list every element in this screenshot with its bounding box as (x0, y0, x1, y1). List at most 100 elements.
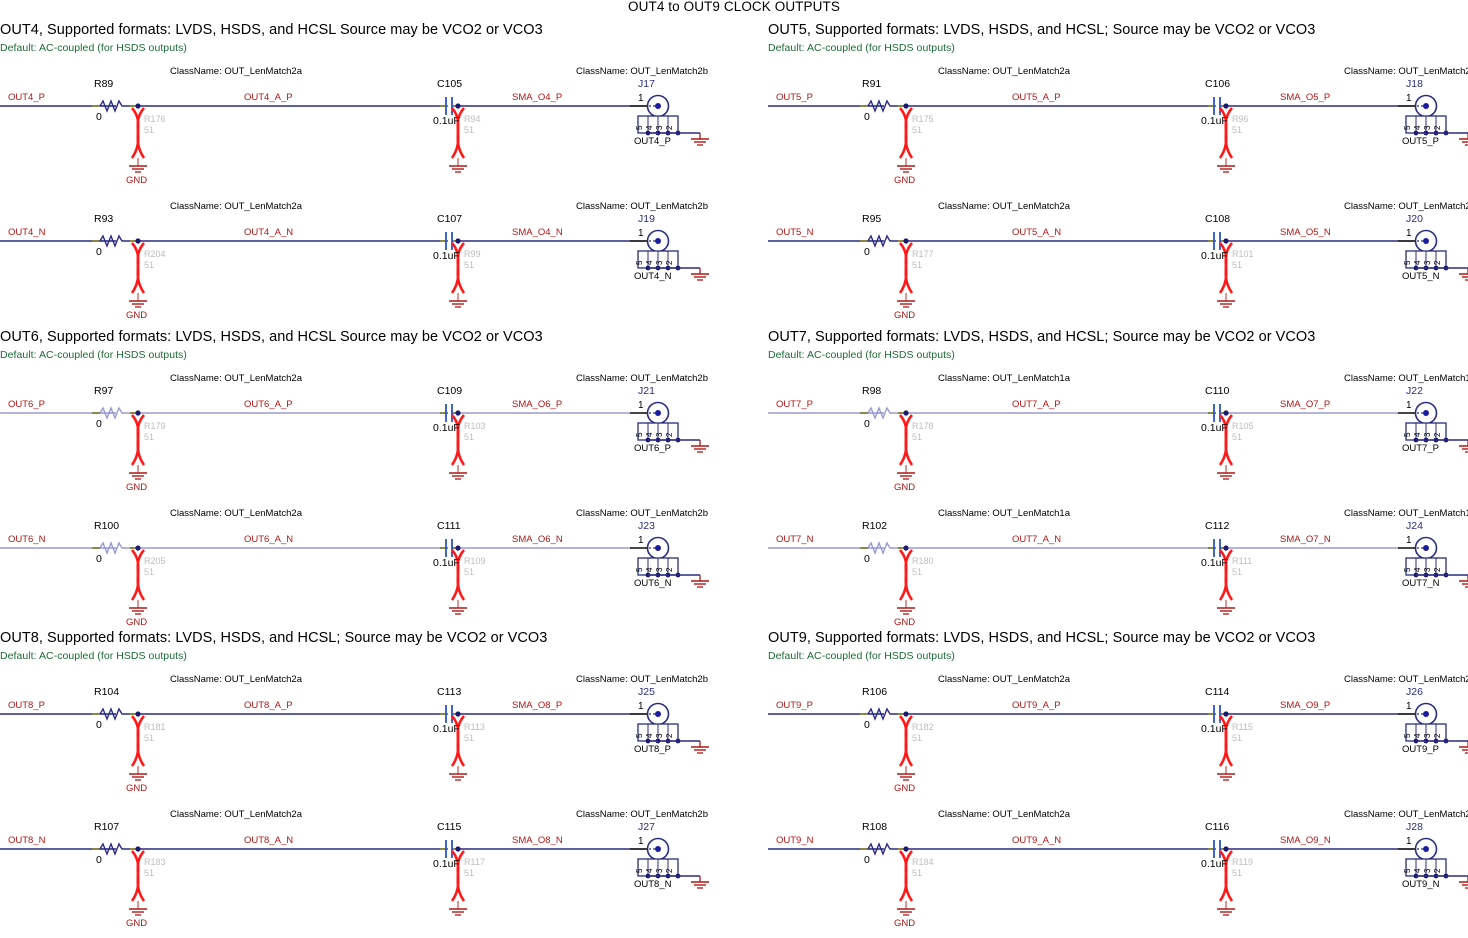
wire-net (768, 539, 1420, 615)
capacitor-ref: C113 (437, 686, 462, 698)
svg-text:5: 5 (1403, 125, 1412, 130)
capacitor-ref: C109 (437, 385, 463, 397)
net-label-input: OUT7_N (776, 534, 814, 545)
dnp-resistor-2-ref: R119 (1232, 857, 1253, 867)
series-resistor-ref: R106 (862, 686, 888, 698)
capacitor-ref: C107 (437, 213, 463, 225)
dnp-resistor-1: R204 51 (144, 249, 166, 271)
output-block-out4: OUT4, Supported formats: LVDS, HSDS, and… (0, 22, 543, 54)
dnp-resistor-1-ref: R180 (912, 556, 934, 566)
series-resistor-ref: R102 (862, 520, 888, 532)
net-label-input: OUT4_N (8, 227, 46, 238)
connector-pin-1: 1 (1406, 701, 1412, 712)
series-resistor-ref: R97 (94, 385, 114, 397)
classname-right: ClassName: OUT_LenMatch1b (1344, 508, 1468, 519)
classname-right: ClassName: OUT_LenMatch1b (1344, 373, 1468, 384)
connector-net-label: OUT6_P (634, 443, 671, 454)
svg-text:5: 5 (1403, 260, 1412, 265)
dnp-resistor-1-ref: R177 (912, 249, 934, 259)
gnd-label: GND (126, 617, 148, 628)
series-resistor-value: 0 (864, 418, 870, 430)
capacitor-value: 0.1uF (1201, 557, 1228, 569)
svg-text:2: 2 (665, 260, 674, 265)
series-resistor-value: 0 (96, 553, 102, 565)
dnp-resistor-1-value: 51 (912, 260, 923, 270)
block-subtitle: Default: AC-coupled (for HSDS outputs) (0, 42, 187, 54)
connector-pin-1: 1 (1406, 836, 1412, 847)
classname-left: ClassName: OUT_LenMatch2a (938, 674, 1070, 685)
connector-ref: J25 (638, 686, 655, 698)
net-label-sma: SMA_O9_P (1280, 700, 1331, 711)
net-label-sma: SMA_O7_N (1280, 534, 1331, 545)
net-label-mid: OUT8_A_P (244, 700, 293, 711)
capacitor-value: 0.1uF (1201, 858, 1228, 870)
svg-text:3: 3 (655, 260, 664, 265)
schematic-row: ClassName: OUT_LenMatch2a ClassName: OUT_… (0, 373, 735, 499)
capacitor-value: 0.1uF (433, 557, 460, 569)
svg-text:2: 2 (665, 733, 674, 738)
svg-text:4: 4 (1413, 432, 1422, 437)
dnp-resistor-1-value: 51 (144, 733, 155, 743)
classname-left: ClassName: OUT_LenMatch2a (170, 674, 302, 685)
wire-net (768, 97, 1420, 173)
series-resistor-value: 0 (864, 719, 870, 731)
schematic-row: ClassName: OUT_LenMatch2a ClassName: OUT_… (768, 674, 1468, 800)
dnp-resistor-1: R182 51 (912, 722, 934, 744)
schematic-row: ClassName: OUT_LenMatch2a ClassName: OUT_… (0, 809, 735, 935)
svg-text:2: 2 (1433, 260, 1442, 265)
classname-left: ClassName: OUT_LenMatch2a (170, 508, 302, 519)
svg-text:3: 3 (655, 432, 664, 437)
svg-text:3: 3 (1423, 432, 1432, 437)
net-label-mid: OUT6_A_P (244, 399, 293, 410)
net-label-sma: SMA_O8_P (512, 700, 563, 711)
dnp-resistor-1: R177 51 (912, 249, 934, 271)
svg-text:5: 5 (635, 567, 644, 572)
classname-right: ClassName: OUT_LenMatch2b (1344, 809, 1468, 820)
classname-left: ClassName: OUT_LenMatch2a (170, 66, 302, 77)
net-label-input: OUT8_N (8, 835, 46, 846)
net-label-mid: OUT8_A_N (244, 835, 294, 846)
dnp-resistor-1-ref: R184 (912, 857, 934, 867)
connector-pin-1: 1 (1406, 535, 1412, 546)
capacitor-ref: C105 (437, 78, 463, 90)
net-label-sma: SMA_O4_P (512, 92, 563, 103)
connector-ref: J23 (638, 520, 655, 532)
output-block-out8: OUT8, Supported formats: LVDS, HSDS, and… (0, 630, 547, 662)
net-label-sma: SMA_O7_P (1280, 399, 1331, 410)
dnp-resistor-2: R113 51 (464, 722, 485, 744)
dnp-resistor-1-ref: R175 (912, 114, 934, 124)
dnp-resistor-2: R115 51 (1232, 722, 1253, 744)
output-block-out9: OUT9, Supported formats: LVDS, HSDS, and… (768, 630, 1315, 662)
dnp-resistor-2-ref: R105 (1232, 421, 1254, 431)
dnp-resistor-1: R176 51 (144, 114, 166, 136)
svg-text:3: 3 (1423, 125, 1432, 130)
net-label-input: OUT9_P (776, 700, 813, 711)
connector-net-label: OUT8_P (634, 744, 671, 755)
sheet-title: OUT4 to OUT9 CLOCK OUTPUTS (628, 0, 840, 14)
svg-text:4: 4 (1413, 567, 1422, 572)
dnp-resistor-1-value: 51 (144, 868, 155, 878)
series-resistor-ref: R100 (94, 520, 120, 532)
gnd-label: GND (126, 175, 148, 186)
block-subtitle: Default: AC-coupled (for HSDS outputs) (768, 349, 955, 361)
connector-pin-1: 1 (638, 228, 644, 239)
connector-net-label: OUT4_P (634, 136, 671, 147)
block-title: OUT7, Supported formats: LVDS, HSDS, and… (768, 329, 1316, 345)
dnp-resistor-1: R205 51 (144, 556, 166, 578)
svg-text:5: 5 (1403, 567, 1412, 572)
connector-ref: J24 (1406, 520, 1423, 532)
classname-left: ClassName: OUT_LenMatch2a (938, 66, 1070, 77)
capacitor-ref: C114 (1205, 686, 1230, 698)
dnp-resistor-2-value: 51 (464, 432, 475, 442)
connector-pin-1: 1 (638, 535, 644, 546)
gnd-label: GND (894, 482, 916, 493)
series-resistor-value: 0 (864, 854, 870, 866)
dnp-resistor-2: R96 51 (1232, 114, 1249, 136)
wire-net (768, 840, 1420, 916)
connector-net-label: OUT8_N (634, 879, 672, 890)
dnp-resistor-1-ref: R181 (144, 722, 166, 732)
dnp-resistor-1-value: 51 (912, 868, 923, 878)
net-label-input: OUT9_N (776, 835, 814, 846)
dnp-resistor-2-value: 51 (1232, 567, 1243, 577)
classname-left: ClassName: OUT_LenMatch2a (938, 809, 1070, 820)
